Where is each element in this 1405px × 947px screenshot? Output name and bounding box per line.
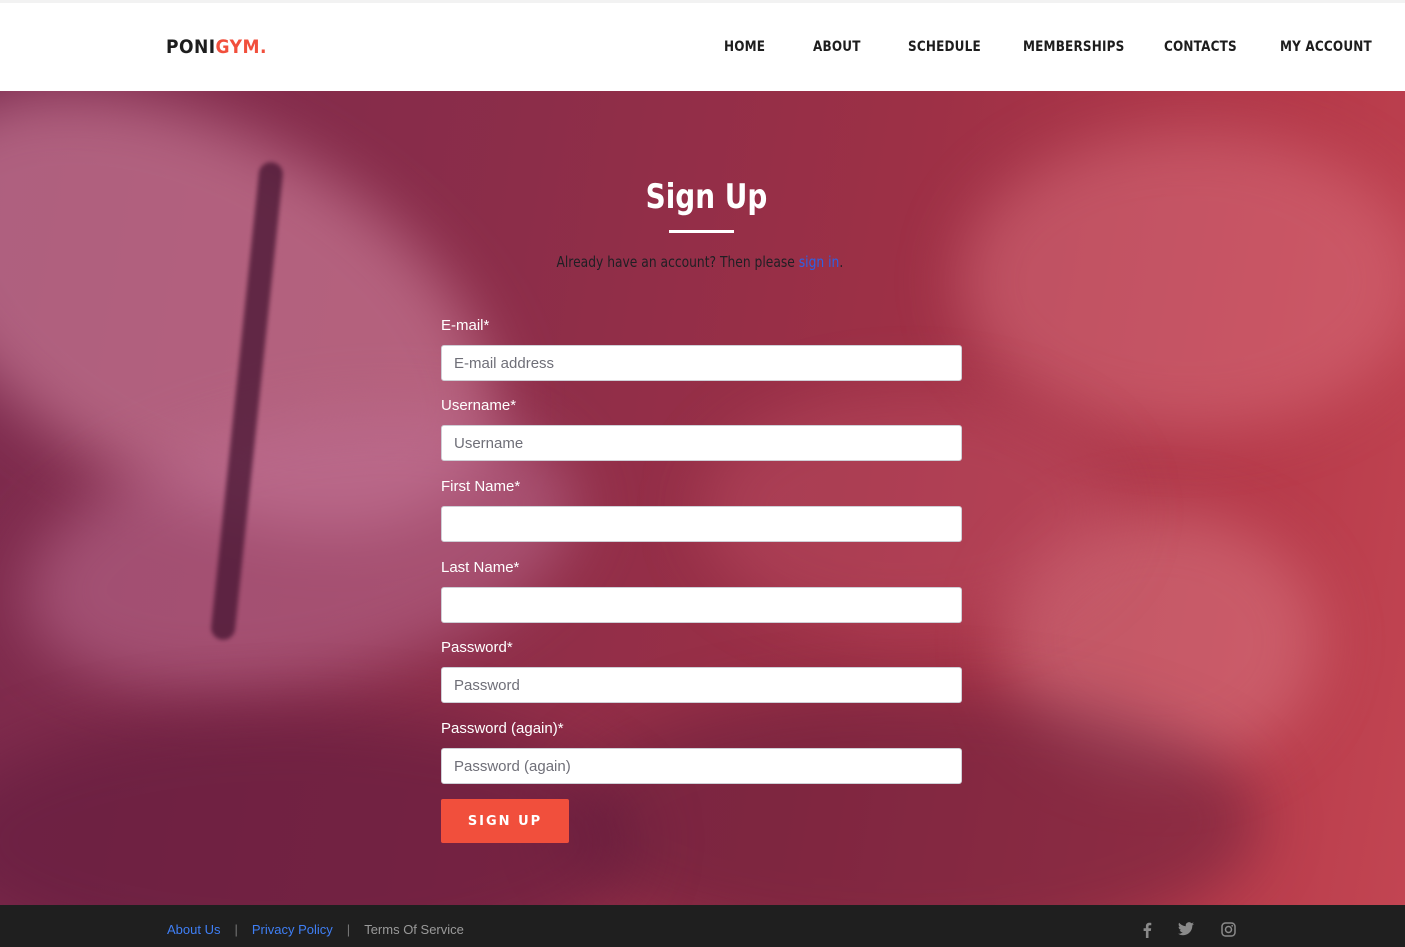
footer-link-privacy[interactable]: Privacy Policy [252,922,333,937]
password-again-label: Password (again)* [441,720,564,737]
username-field[interactable] [441,425,962,461]
email-field[interactable] [441,345,962,381]
password-label: Password* [441,639,513,656]
sign-up-button[interactable]: SIGN UP [441,799,569,843]
footer-link-terms[interactable]: Terms Of Service [364,922,464,937]
signin-prompt-end: . [839,253,844,271]
nav-memberships[interactable]: MEMBERSHIPS [1023,39,1124,55]
twitter-icon[interactable] [1178,922,1194,936]
nav-schedule[interactable]: SCHEDULE [908,39,981,55]
footer-separator: | [346,922,351,937]
signin-prompt: Already have an account? Then please sig… [0,253,1400,271]
nav-home[interactable]: HOME [724,39,765,55]
facebook-icon[interactable] [1142,922,1152,938]
site-header: PONIGYM. HOME ABOUT SCHEDULE MEMBERSHIPS… [0,3,1405,91]
instagram-icon[interactable] [1221,922,1236,937]
main-nav: HOME ABOUT SCHEDULE MEMBERSHIPS CONTACTS… [0,3,1405,91]
footer-links: About Us | Privacy Policy | Terms Of Service [167,922,464,937]
last-name-label: Last Name* [441,559,520,576]
username-label: Username* [441,397,517,414]
page-title: Sign Up [645,177,768,217]
sign-in-link[interactable]: sign in [799,253,840,271]
site-footer: About Us | Privacy Policy | Terms Of Service [0,905,1405,947]
background-shape [960,131,1405,431]
nav-about[interactable]: ABOUT [813,39,861,55]
signin-prompt-text: Already have an account? Then please [556,253,799,271]
footer-link-about[interactable]: About Us [167,922,220,937]
email-label: E-mail* [441,317,490,334]
last-name-field[interactable] [441,587,962,623]
title-underline [669,230,734,233]
nav-my-account[interactable]: MY ACCOUNT [1280,39,1372,55]
password-field[interactable] [441,667,962,703]
footer-separator: | [234,922,238,937]
nav-contacts[interactable]: CONTACTS [1164,39,1237,55]
password-again-field[interactable] [441,748,962,784]
first-name-field[interactable] [441,506,962,542]
first-name-label: First Name* [441,478,521,495]
signup-hero: Sign Up Already have an account? Then pl… [0,91,1405,905]
